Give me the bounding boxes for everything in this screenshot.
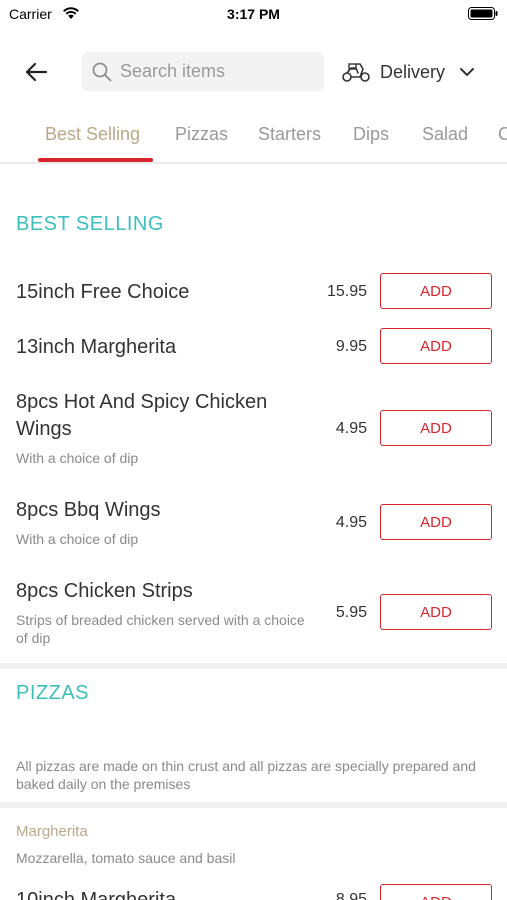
back-button[interactable] [20, 58, 52, 86]
section-title-pizzas: PIZZAS [16, 682, 90, 704]
item-description: With a choice of dip [16, 531, 139, 547]
item-name: 8pcs Chicken Strips [16, 580, 193, 602]
section-divider [0, 663, 507, 669]
item-name: 10inch Margherita [16, 889, 177, 900]
back-arrow-icon [25, 62, 48, 82]
item-price: 9.95 [335, 338, 367, 355]
tab-salad[interactable]: Salad [422, 124, 468, 145]
scooter-icon [342, 63, 370, 82]
status-bar: Carrier 3:17 PM [0, 0, 507, 28]
search-box[interactable] [82, 52, 324, 91]
chevron-down-icon [460, 68, 475, 76]
add-button[interactable]: ADD [380, 594, 492, 630]
clock: 3:17 PM [227, 6, 280, 22]
section-note: All pizzas are made on thin crust and al… [16, 758, 476, 792]
item-price: 15.95 [326, 283, 367, 300]
subsection-title: Margherita [16, 823, 88, 840]
delivery-label: Delivery [380, 61, 446, 82]
delivery-selector[interactable]: Delivery [341, 58, 475, 86]
tab-pizzas[interactable]: Pizzas [175, 124, 228, 145]
search-input[interactable] [120, 61, 310, 82]
add-button[interactable]: ADD [380, 504, 492, 540]
item-price: 4.95 [335, 420, 367, 437]
subsection-description: Mozzarella, tomato sauce and basil [16, 850, 236, 866]
add-button[interactable]: ADD [380, 328, 492, 364]
category-tabs: Best Selling Pizzas Starters Dips Salad … [0, 112, 507, 164]
tab-best-selling[interactable]: Best Selling [45, 124, 140, 145]
item-name: 13inch Margherita [16, 336, 177, 358]
item-description: Strips of breaded chicken served with a … [16, 612, 305, 646]
section-title-best-selling: BEST SELLING [16, 213, 164, 235]
item-name: 8pcs Bbq Wings [16, 499, 161, 521]
tab-partial[interactable]: C [498, 124, 507, 145]
item-price: 5.95 [335, 604, 367, 621]
battery-icon [468, 7, 498, 20]
item-price: 4.95 [335, 514, 367, 531]
tab-dips[interactable]: Dips [353, 124, 389, 145]
add-button[interactable]: ADD [380, 410, 492, 446]
section-divider [0, 802, 507, 808]
search-icon [92, 62, 112, 81]
active-tab-indicator [38, 158, 153, 162]
item-name: 8pcs Hot And Spicy Chicken Wings [16, 391, 268, 440]
add-button[interactable]: ADD [380, 884, 492, 900]
item-name: 15inch Free Choice [16, 281, 190, 303]
item-price: 8.95 [335, 891, 367, 900]
item-description: With a choice of dip [16, 450, 139, 466]
add-button[interactable]: ADD [380, 273, 492, 309]
tab-starters[interactable]: Starters [258, 124, 321, 145]
